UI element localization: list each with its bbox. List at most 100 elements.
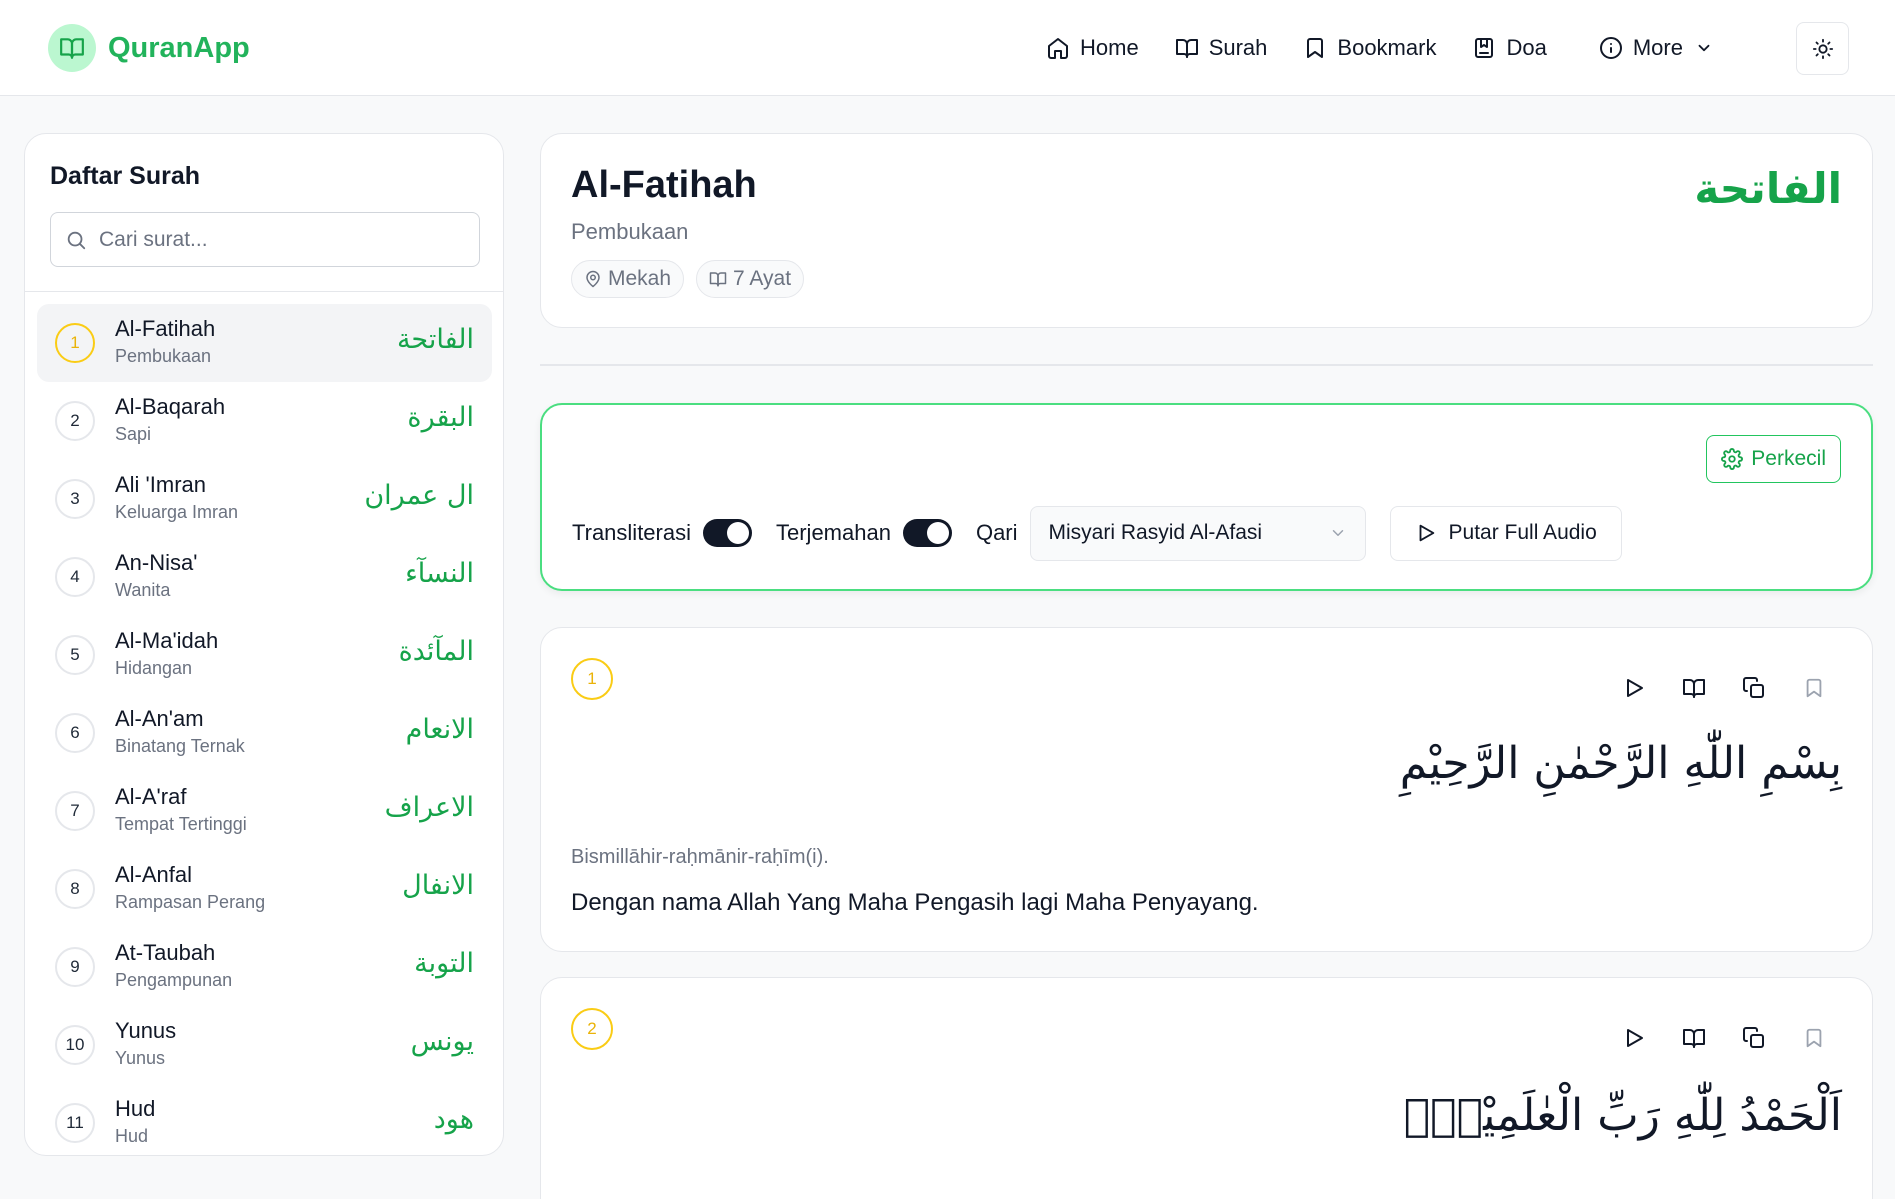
book-open-icon (1683, 1029, 1705, 1048)
bookmark-icon (1307, 38, 1324, 58)
surah-meaning: Rampasan Perang (115, 892, 266, 912)
surah-title: Al-Fatihah (571, 164, 757, 206)
surah-number: 11 (55, 1103, 95, 1143)
surah-number: 4 (55, 557, 95, 597)
surah-number: 2 (55, 401, 95, 441)
reading-settings-card: Perkecil Transliterasi Terjemahan Qari M… (540, 403, 1873, 591)
nav-home-label: Home (1080, 35, 1139, 60)
surah-list-item[interactable]: 6 Al-An'am Binatang Ternak الانعام (37, 694, 492, 772)
sidebar-divider (25, 291, 503, 292)
play-verse-button[interactable] (1616, 670, 1652, 706)
surah-list-item[interactable]: 2 Al-Baqarah Sapi البقرة (37, 382, 492, 460)
nav-bookmark[interactable]: Bookmark (1303, 35, 1436, 61)
book-open-icon (1683, 679, 1705, 698)
surah-list-item[interactable]: 4 An-Nisa' Wanita النسآء (37, 538, 492, 616)
surah-list-item[interactable]: 7 Al-A'raf Tempat Tertinggi الاعراف (37, 772, 492, 850)
verse-arabic-text: اَلْحَمْدُ لِلّٰهِ رَبِّ الْعٰلَمِيْنَۙ (1403, 1090, 1842, 1141)
surah-list-item[interactable]: 10 Yunus Yunus يونس (37, 1006, 492, 1084)
surah-header-card: Al-Fatihah Pembukaan الفاتحة Mekah 7 Aya… (540, 133, 1873, 328)
search-icon (67, 231, 86, 249)
verse-arabic-text: بِسْمِ اللّٰهِ الرَّحْمٰنِ الرَّحِيْمِ (1399, 738, 1842, 789)
home-icon (1048, 38, 1068, 59)
transliteration-label: Transliterasi (572, 520, 691, 545)
copy-icon (1743, 1027, 1764, 1048)
app-name: QuranApp (108, 31, 250, 64)
surah-meaning: Pengampunan (115, 970, 233, 990)
nav-surah[interactable]: Surah (1175, 35, 1268, 61)
surah-list-item[interactable]: 5 Al-Ma'idah Hidangan المآئدة (37, 616, 492, 694)
surah-number: 9 (55, 947, 95, 987)
ayat-count-label: 7 Ayat (733, 267, 792, 290)
info-icon (1599, 37, 1622, 59)
play-verse-button[interactable] (1616, 1020, 1652, 1056)
tafsir-button[interactable] (1676, 670, 1712, 706)
play-icon (1419, 524, 1434, 542)
collapse-settings-label: Perkecil (1751, 447, 1826, 470)
surah-meaning: Wanita (115, 580, 171, 600)
copy-verse-button[interactable] (1736, 1020, 1772, 1056)
theme-toggle-button[interactable] (1796, 22, 1849, 75)
surah-latin-name: Al-An'am (115, 706, 204, 731)
surah-number: 10 (55, 1025, 95, 1065)
search-box[interactable] (50, 212, 480, 267)
nav-surah-label: Surah (1208, 35, 1268, 60)
surah-list: 1 Al-Fatihah Pembukaan الفاتحة 2 Al-Baqa… (37, 304, 492, 1155)
collapse-settings-button[interactable]: Perkecil (1706, 435, 1841, 483)
surah-arabic-name: الاعراف (384, 792, 474, 823)
surah-latin-name: Al-Ma'idah (115, 628, 219, 653)
surah-number: 7 (55, 791, 95, 831)
play-icon (1627, 1029, 1643, 1047)
sun-icon (1812, 38, 1833, 59)
surah-meaning: Hud (115, 1126, 149, 1146)
surah-meaning: Yunus (115, 1048, 166, 1068)
surah-latin-name: Al-Baqarah (115, 394, 226, 419)
verse-card: 2 اَلْحَمْدُ لِلّٰهِ رَبِّ الْعٰلَمِيْنَ… (540, 977, 1873, 1199)
surah-number: 3 (55, 479, 95, 519)
verse-number: 2 (571, 1008, 613, 1050)
bookmark-icon (1806, 1028, 1822, 1048)
surah-list-item[interactable]: 11 Hud Hud هود (37, 1084, 492, 1155)
bookmark-icon (1806, 678, 1822, 698)
surah-arabic-name: ال عمران (364, 480, 474, 511)
surah-subtitle: Pembukaan (571, 219, 689, 244)
bookmark-verse-button[interactable] (1796, 670, 1832, 706)
section-divider (540, 364, 1873, 366)
ayat-count-chip: 7 Ayat (696, 260, 805, 298)
surah-list-item[interactable]: 3 Ali 'Imran Keluarga Imran ال عمران (37, 460, 492, 538)
copy-icon (1743, 677, 1764, 698)
app-logo[interactable]: QuranApp (48, 24, 250, 72)
nav-home[interactable]: Home (1046, 35, 1139, 61)
surah-meaning: Keluarga Imran (115, 502, 239, 522)
surah-latin-name: Al-Anfal (115, 862, 193, 887)
surah-names: Al-Ma'idah Hidangan (115, 628, 218, 679)
copy-verse-button[interactable] (1736, 670, 1772, 706)
surah-list-item[interactable]: 8 Al-Anfal Rampasan Perang الانفال (37, 850, 492, 928)
play-full-audio-button[interactable]: Putar Full Audio (1389, 505, 1622, 561)
qari-select[interactable]: Misyari Rasyid Al-Afasi (1029, 505, 1366, 561)
surah-latin-name: Yunus (115, 1018, 177, 1043)
qari-selected-value: Misyari Rasyid Al-Afasi (1048, 521, 1263, 544)
surah-meaning: Pembukaan (115, 346, 212, 366)
surah-sidebar: Daftar Surah 1 Al-Fatihah Pembukaan الفا… (24, 133, 504, 1156)
surah-names: At-Taubah Pengampunan (115, 940, 232, 991)
book-open-icon (709, 272, 727, 287)
surah-names: Yunus Yunus (115, 1018, 176, 1069)
tafsir-button[interactable] (1676, 1020, 1712, 1056)
nav-more-dropdown[interactable]: More (1599, 35, 1713, 61)
surah-number: 1 (55, 323, 95, 363)
transliteration-toggle[interactable] (703, 519, 752, 547)
nav-bookmark-label: Bookmark (1337, 35, 1437, 60)
surah-number: 6 (55, 713, 95, 753)
surah-latin-name: Al-A'raf (115, 784, 187, 809)
surah-list-item[interactable]: 9 At-Taubah Pengampunan التوبة (37, 928, 492, 1006)
book-open-icon (1175, 39, 1198, 58)
translation-toggle[interactable] (902, 519, 952, 547)
surah-latin-name: Al-Fatihah (115, 316, 216, 341)
nav-doa[interactable]: Doa (1472, 35, 1547, 61)
surah-names: Al-A'raf Tempat Tertinggi (115, 784, 247, 835)
surah-names: Ali 'Imran Keluarga Imran (115, 472, 238, 523)
verse-card: 1 بِسْمِ اللّٰهِ الرَّحْمٰنِ الرَّحِيْمِ… (540, 627, 1873, 952)
search-input[interactable] (99, 227, 459, 252)
surah-list-item[interactable]: 1 Al-Fatihah Pembukaan الفاتحة (37, 304, 492, 382)
bookmark-verse-button[interactable] (1796, 1020, 1832, 1056)
